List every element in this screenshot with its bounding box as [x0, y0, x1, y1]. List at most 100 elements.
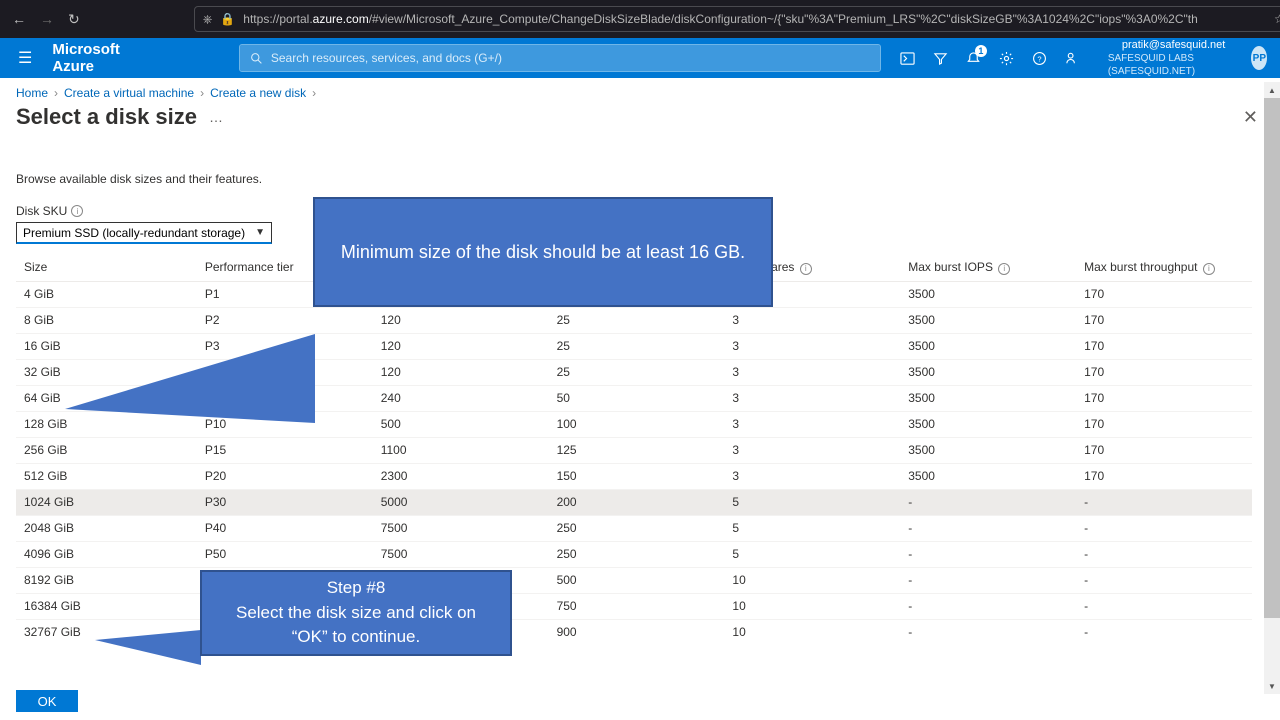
account-info[interactable]: pratik@safesquid.net SAFESQUID LABS (SAF… [1108, 39, 1226, 78]
col-burst-throughput[interactable]: Max burst throughput i [1076, 254, 1252, 281]
sku-select[interactable]: Premium SSD (locally-redundant storage) … [16, 222, 272, 244]
cell-mshr: 5 [724, 515, 900, 541]
cell-size: 1024 GiB [16, 489, 197, 515]
cell-mshr: 5 [724, 489, 900, 515]
cell-btp: - [1076, 541, 1252, 567]
col-size[interactable]: Size [16, 254, 197, 281]
sku-value: Premium SSD (locally-redundant storage) [23, 226, 245, 240]
table-row[interactable]: 4096 GiBP5075002505-- [16, 541, 1252, 567]
cell-btp: - [1076, 619, 1252, 645]
azure-header: ☰ Microsoft Azure Search resources, serv… [0, 38, 1280, 78]
info-icon[interactable]: i [1203, 263, 1215, 275]
chevron-right-icon: › [200, 86, 204, 100]
cell-btp: 170 [1076, 333, 1252, 359]
cell-size: 16384 GiB [16, 593, 197, 619]
info-icon[interactable]: i [800, 263, 812, 275]
shield-icon: ⎈ [203, 12, 213, 27]
search-icon [250, 52, 263, 65]
address-bar[interactable]: ⎈ 🔒️ https://portal.azure.com/#view/Micr… [194, 6, 1280, 32]
cell-size: 4096 GiB [16, 541, 197, 567]
menu-icon[interactable]: ☰ [18, 48, 32, 68]
cell-biops: 3500 [900, 333, 1076, 359]
cell-tier: P2 [197, 307, 373, 333]
reload-button[interactable]: ↻ [68, 11, 80, 28]
cell-mshr: 3 [724, 359, 900, 385]
feedback-icon[interactable] [1065, 50, 1080, 66]
col-burst-iops[interactable]: Max burst IOPS i [900, 254, 1076, 281]
cell-tier: P15 [197, 437, 373, 463]
cell-biops: 3500 [900, 411, 1076, 437]
info-icon[interactable]: i [998, 263, 1010, 275]
table-row[interactable]: 8 GiBP21202533500170 [16, 307, 1252, 333]
cell-btp: - [1076, 515, 1252, 541]
table-row[interactable]: 1024 GiBP3050002005-- [16, 489, 1252, 515]
cloud-shell-icon[interactable] [900, 50, 915, 66]
cell-biops: 3500 [900, 307, 1076, 333]
cell-diops: 120 [373, 307, 549, 333]
help-icon[interactable]: ? [1032, 50, 1047, 66]
cell-mshr: 3 [724, 411, 900, 437]
cell-diops: 240 [373, 385, 549, 411]
table-row[interactable]: 2048 GiBP4075002505-- [16, 515, 1252, 541]
cell-btp: 170 [1076, 359, 1252, 385]
filter-icon[interactable] [933, 50, 948, 66]
brand[interactable]: Microsoft Azure [52, 41, 120, 75]
cell-mshr: 3 [724, 437, 900, 463]
cell-dtp: 900 [549, 619, 725, 645]
cell-diops: 120 [373, 359, 549, 385]
scrollbar[interactable]: ▲ ▼ [1264, 98, 1280, 678]
cell-size: 512 GiB [16, 463, 197, 489]
cell-biops: 3500 [900, 281, 1076, 307]
table-row[interactable]: 512 GiBP20230015033500170 [16, 463, 1252, 489]
bookmark-icon[interactable]: ☆ [1274, 12, 1280, 26]
crumb-vm[interactable]: Create a virtual machine [64, 86, 194, 100]
cell-biops: 3500 [900, 385, 1076, 411]
search-input[interactable]: Search resources, services, and docs (G+… [240, 45, 880, 71]
cell-btp: - [1076, 567, 1252, 593]
cell-biops: - [900, 567, 1076, 593]
cell-biops: - [900, 541, 1076, 567]
cell-btp: 170 [1076, 463, 1252, 489]
cell-diops: 7500 [373, 541, 549, 567]
cell-tier: P40 [197, 515, 373, 541]
cell-size: 2048 GiB [16, 515, 197, 541]
avatar[interactable]: PP [1251, 46, 1267, 70]
cell-mshr: 3 [724, 385, 900, 411]
lock-icon: 🔒️ [220, 12, 235, 26]
info-icon[interactable]: i [71, 205, 83, 217]
scrollbar-thumb[interactable] [1264, 98, 1280, 618]
cell-btp: - [1076, 489, 1252, 515]
forward-button[interactable]: → [40, 11, 54, 27]
cell-btp: 170 [1076, 281, 1252, 307]
notifications-icon[interactable]: 1 [966, 50, 981, 66]
cell-dtp: 250 [549, 515, 725, 541]
user-org: SAFESQUID LABS (SAFESQUID.NET) [1108, 52, 1226, 78]
cell-dtp: 125 [549, 437, 725, 463]
cell-mshr: 3 [724, 463, 900, 489]
scroll-down-icon[interactable]: ▼ [1264, 678, 1280, 694]
cell-biops: - [900, 489, 1076, 515]
more-icon[interactable]: … [209, 109, 223, 125]
cell-biops: 3500 [900, 359, 1076, 385]
back-button[interactable]: ← [12, 11, 26, 27]
settings-icon[interactable] [999, 50, 1014, 66]
cell-mshr: 3 [724, 333, 900, 359]
close-icon[interactable]: ✕ [1243, 107, 1264, 128]
url-text: https://portal.azure.com/#view/Microsoft… [243, 12, 1266, 26]
cell-dtp: 200 [549, 489, 725, 515]
cell-mshr: 10 [724, 567, 900, 593]
cell-diops: 2300 [373, 463, 549, 489]
crumb-home[interactable]: Home [16, 86, 48, 100]
cell-btp: - [1076, 593, 1252, 619]
scroll-up-icon[interactable]: ▲ [1264, 82, 1280, 98]
chevron-right-icon: › [312, 86, 316, 100]
crumb-disk[interactable]: Create a new disk [210, 86, 306, 100]
cell-tier: P50 [197, 541, 373, 567]
cell-size: 8 GiB [16, 307, 197, 333]
browser-toolbar: ← → ↻ ⎈ 🔒️ https://portal.azure.com/#vie… [0, 0, 1280, 38]
page-description: Browse available disk sizes and their fe… [16, 172, 1264, 186]
callout-step8: Step #8 Select the disk size and click o… [200, 570, 512, 656]
cell-biops: - [900, 515, 1076, 541]
ok-button[interactable]: OK [16, 690, 78, 712]
table-row[interactable]: 256 GiBP15110012533500170 [16, 437, 1252, 463]
